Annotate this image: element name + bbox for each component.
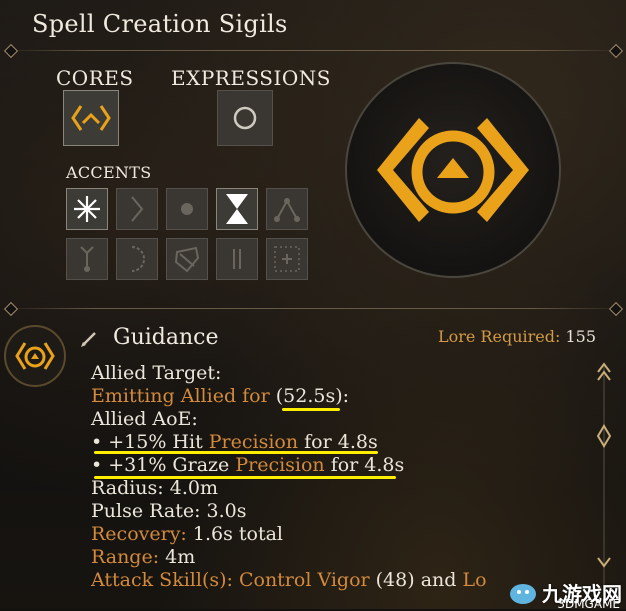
guidance-sigil-small-icon bbox=[15, 342, 55, 370]
asterisk-burst-icon bbox=[74, 196, 100, 222]
accent-slot-4[interactable] bbox=[216, 188, 258, 230]
anchor-line-icon bbox=[80, 246, 94, 272]
detail-emitting: Emitting Allied for (52.5s): bbox=[91, 385, 487, 408]
detail-attack-skill-2: Lo bbox=[462, 569, 487, 591]
detail-allied-aoe: Allied AoE: bbox=[91, 408, 198, 430]
detail-hit-keyword: Precision bbox=[208, 431, 299, 453]
detail-recovery: Recovery: 1.6s total bbox=[91, 523, 487, 546]
lore-value: 155 bbox=[565, 327, 596, 346]
ring-icon bbox=[233, 106, 257, 130]
spell-name: Guidance bbox=[113, 325, 219, 350]
detail-attack-skill-1: Control Vigor bbox=[232, 569, 370, 591]
detail-attack-skills: Attack Skill(s): Control Vigor (48) and … bbox=[91, 569, 487, 592]
detail-graze-duration: for 4.8s bbox=[324, 454, 405, 476]
core-slot-1[interactable] bbox=[63, 90, 119, 146]
detail-recovery-label: Recovery: bbox=[91, 523, 187, 545]
detail-radius: Radius: 4.0m bbox=[91, 477, 218, 499]
accent-slot-5[interactable] bbox=[266, 188, 308, 230]
detail-range: Range: 4m bbox=[91, 546, 487, 569]
pencil-icon[interactable] bbox=[80, 330, 98, 348]
accent-slot-10[interactable] bbox=[266, 238, 308, 280]
annotation-underline-hit bbox=[94, 451, 378, 454]
detail-hit-duration: for 4.8s bbox=[298, 431, 378, 453]
sigil-preview-emblem bbox=[345, 62, 561, 278]
detail-recovery-value: 1.6s total bbox=[186, 523, 283, 545]
detail-range-value: 4m bbox=[159, 546, 196, 568]
detail-graze-keyword: Precision bbox=[235, 454, 325, 476]
accent-slot-3[interactable] bbox=[166, 188, 208, 230]
chevron-right-icon bbox=[131, 196, 144, 222]
accent-slot-9[interactable] bbox=[216, 238, 258, 280]
lore-label: Lore Required: bbox=[437, 327, 561, 346]
watermark-logo-icon bbox=[510, 583, 536, 604]
expression-slot-1[interactable] bbox=[217, 90, 273, 146]
expressions-heading: EXPRESSIONS bbox=[171, 66, 332, 90]
lore-required: Lore Required: 155 bbox=[438, 327, 596, 346]
annotation-underline-duration bbox=[282, 408, 340, 411]
accent-slot-8[interactable] bbox=[166, 238, 208, 280]
double-bar-icon bbox=[233, 249, 241, 269]
dotted-square-plus-icon bbox=[274, 246, 300, 272]
cores-heading: CORES bbox=[56, 66, 134, 90]
detail-allied-target: Allied Target: bbox=[91, 362, 222, 384]
detail-attack-level: (48) and bbox=[369, 569, 463, 591]
section-divider bbox=[0, 308, 626, 309]
detail-hit-prefix: • +15% Hit bbox=[91, 431, 209, 453]
core-chevron-sigil-icon bbox=[71, 105, 111, 131]
window-title: Spell Creation Sigils bbox=[32, 10, 288, 38]
header-divider bbox=[0, 50, 626, 51]
accent-slot-6[interactable] bbox=[66, 238, 108, 280]
branch-nodes-icon bbox=[274, 198, 300, 222]
shield-pentagon-icon bbox=[174, 246, 200, 273]
hourglass-icon bbox=[226, 194, 248, 224]
guidance-sigil-large-icon bbox=[377, 118, 529, 222]
detail-pulse-rate: Pulse Rate: 3.0s bbox=[91, 500, 247, 522]
dot-icon bbox=[181, 203, 193, 215]
detail-range-label: Range: bbox=[91, 546, 160, 568]
details-scrollbar[interactable] bbox=[596, 360, 612, 600]
detail-attack-label: Attack Skill(s): bbox=[91, 569, 233, 591]
accent-slot-2[interactable] bbox=[116, 188, 158, 230]
detail-graze-precision: • +31% Graze Precision for 4.8s bbox=[91, 454, 487, 477]
half-circle-dashed-icon bbox=[131, 246, 145, 272]
detail-emitting-label: Emitting Allied for bbox=[91, 385, 270, 407]
detail-graze-prefix: • +31% Graze bbox=[91, 454, 236, 476]
spell-sigil-badge bbox=[4, 325, 66, 387]
annotation-underline-graze bbox=[94, 476, 396, 479]
accent-slot-1[interactable] bbox=[66, 188, 108, 230]
accents-heading: ACCENTS bbox=[66, 163, 152, 182]
detail-emitting-duration: (52.5s): bbox=[269, 385, 350, 407]
accent-slot-7[interactable] bbox=[116, 238, 158, 280]
